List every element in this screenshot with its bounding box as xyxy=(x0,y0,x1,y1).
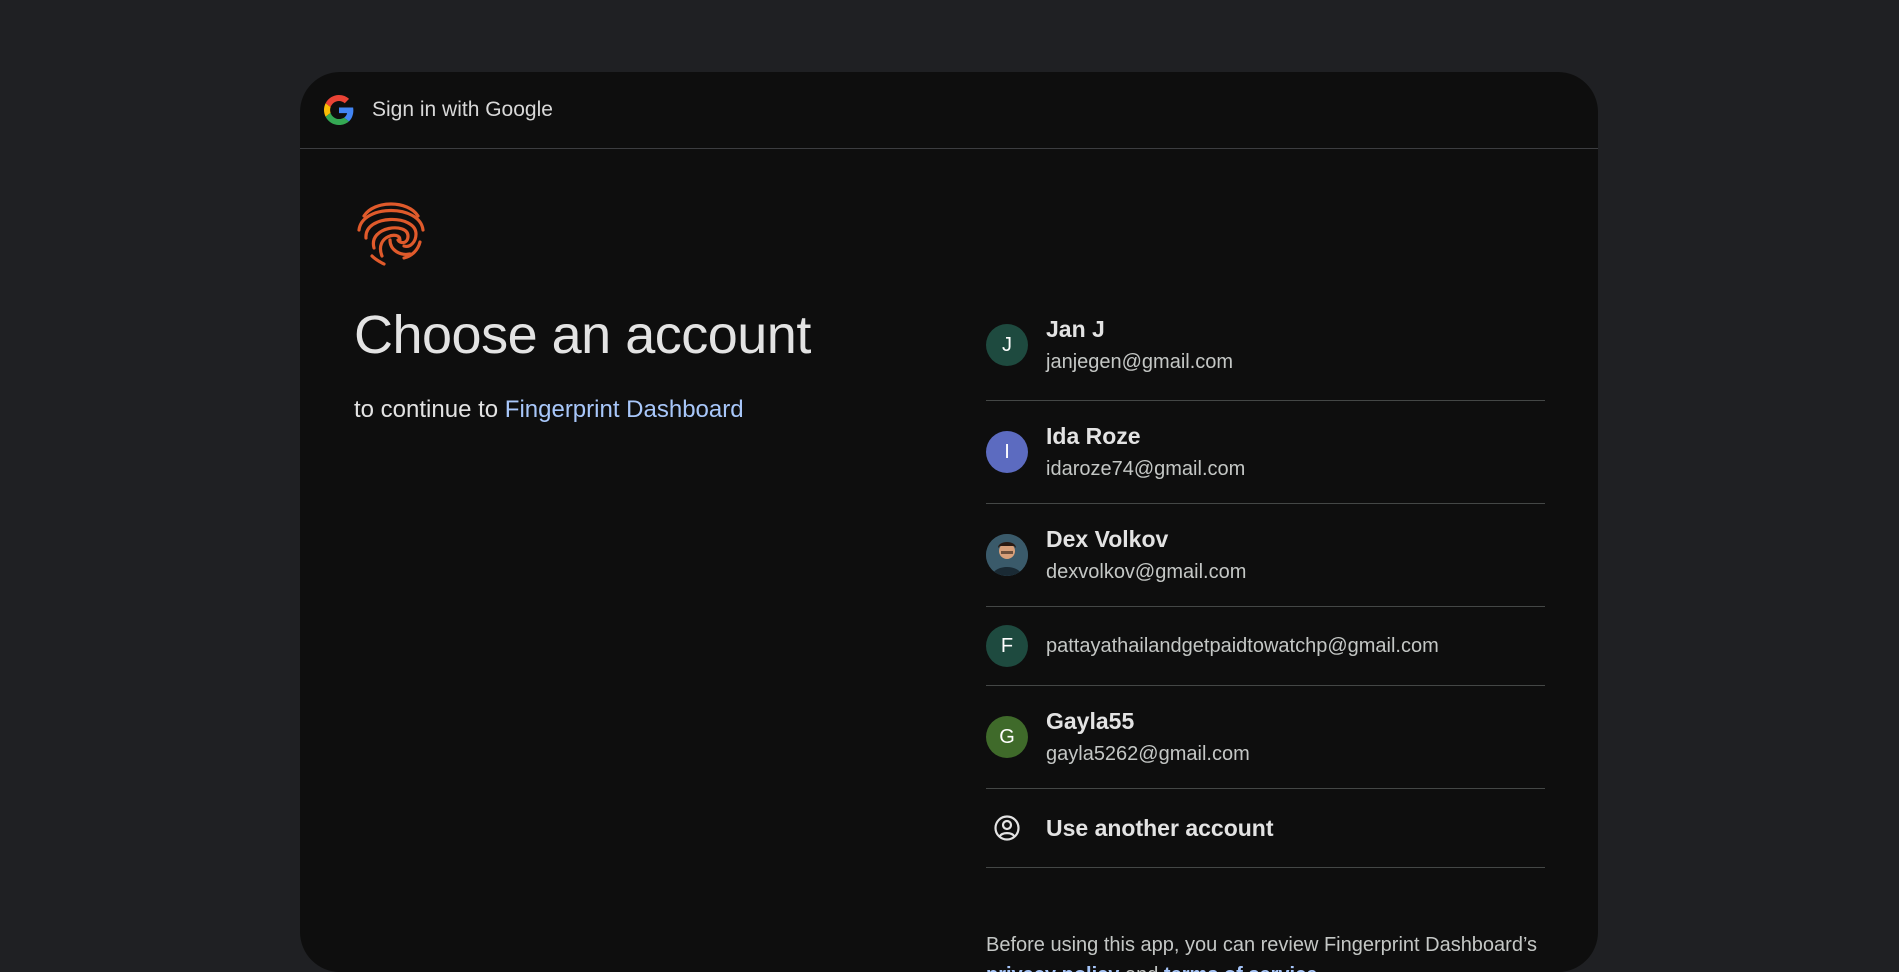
use-another-account-button[interactable]: Use another account xyxy=(986,789,1545,868)
account-name: Ida Roze xyxy=(1046,423,1141,449)
account-row-ida-roze[interactable]: I Ida Roze idaroze74@gmail.com xyxy=(986,401,1545,504)
account-name: Dex Volkov xyxy=(1046,526,1169,552)
profile-photo-icon xyxy=(986,534,1028,576)
card-header: Sign in with Google xyxy=(300,72,1598,149)
account-circle-icon xyxy=(994,815,1020,841)
account-email: idaroze74@gmail.com xyxy=(1046,458,1246,480)
use-another-account-label: Use another account xyxy=(1046,814,1274,841)
account-name: Jan J xyxy=(1046,316,1105,342)
account-email: gayla5262@gmail.com xyxy=(1046,743,1250,765)
footer-and: and xyxy=(1125,964,1158,972)
account-text: Dex Volkov dexvolkov@gmail.com xyxy=(1046,526,1246,584)
signin-card: Sign in with Google Choose an account to… xyxy=(300,72,1598,972)
account-row-gayla55[interactable]: G Gayla55 gayla5262@gmail.com xyxy=(986,686,1545,789)
terms-of-service-link[interactable]: terms of service xyxy=(1164,964,1317,972)
privacy-policy-link[interactable]: privacy policy xyxy=(986,964,1119,972)
fingerprint-icon xyxy=(357,202,425,266)
left-column: Choose an account to continue to Fingerp… xyxy=(354,194,914,424)
account-name: Gayla55 xyxy=(1046,708,1135,734)
account-text: Gayla55 gayla5262@gmail.com xyxy=(1046,708,1250,766)
subtitle-prefix: to continue to xyxy=(354,396,499,423)
footer-note: Before using this app, you can review Fi… xyxy=(986,930,1545,972)
account-text: Jan J janjegen@gmail.com xyxy=(1046,316,1233,374)
footer-period: . xyxy=(1317,964,1323,972)
avatar: J xyxy=(986,324,1028,366)
account-circle-icon-wrap xyxy=(986,807,1028,849)
account-list: J Jan J janjegen@gmail.com I Ida Roze id… xyxy=(986,298,1545,972)
footer-text: Before using this app, you can review Fi… xyxy=(986,934,1538,956)
google-logo-icon xyxy=(324,95,354,125)
account-text: Ida Roze idaroze74@gmail.com xyxy=(1046,423,1245,481)
page-title: Choose an account xyxy=(354,305,811,365)
header-title: Sign in with Google xyxy=(372,98,553,121)
account-row-pattaya[interactable]: F pattayathailandgetpaidtowatchp@gmail.c… xyxy=(986,607,1545,686)
account-row-jan-j[interactable]: J Jan J janjegen@gmail.com xyxy=(986,290,1545,401)
avatar-photo xyxy=(986,534,1028,576)
account-email: janjegen@gmail.com xyxy=(1046,351,1234,373)
app-name-link[interactable]: Fingerprint Dashboard xyxy=(505,396,744,423)
account-text: pattayathailandgetpaidtowatchp@gmail.com xyxy=(1046,635,1439,658)
account-email: dexvolkov@gmail.com xyxy=(1046,561,1247,583)
account-row-dex-volkov[interactable]: Dex Volkov dexvolkov@gmail.com xyxy=(986,504,1545,607)
account-email: pattayathailandgetpaidtowatchp@gmail.com xyxy=(1046,634,1439,657)
avatar: I xyxy=(986,431,1028,473)
avatar: G xyxy=(986,716,1028,758)
subtitle: to continue to Fingerprint Dashboard xyxy=(354,396,914,424)
avatar: F xyxy=(986,625,1028,667)
